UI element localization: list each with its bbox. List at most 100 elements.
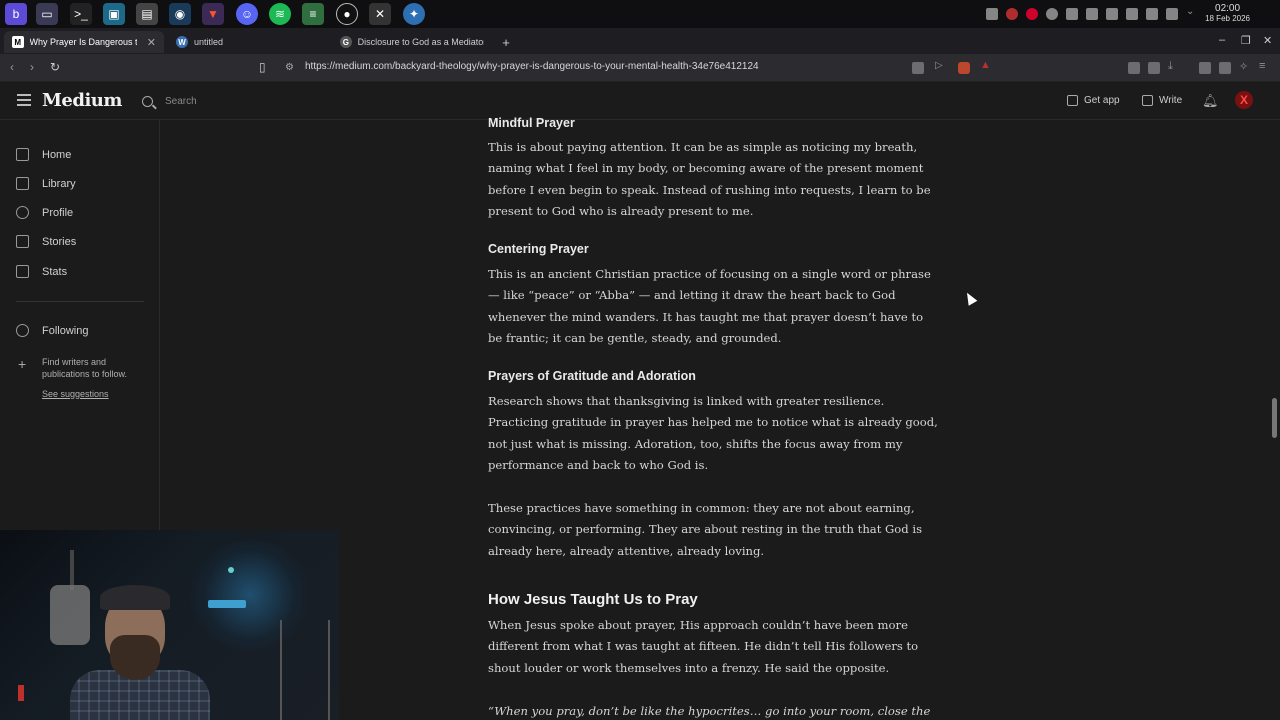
tray-status-icon[interactable] [1026, 8, 1038, 20]
write-button[interactable]: Write [1142, 95, 1182, 106]
brave-shields-icon[interactable] [958, 62, 970, 74]
downloads-icon[interactable]: ⤓ [1168, 60, 1180, 72]
tab-search-icon[interactable] [1148, 62, 1160, 74]
paragraph-mindful: This is about paying attention. It can b… [488, 140, 931, 219]
paragraph-gratitude: Research shows that thanksgiving is link… [488, 394, 938, 473]
tray-volume-icon[interactable] [1086, 8, 1098, 20]
files-app-icon[interactable]: ▭ [36, 3, 58, 25]
stats-icon [16, 265, 29, 278]
tray-clipboard-icon[interactable] [1066, 8, 1078, 20]
os-taskbar: b ▭ >_ ▣ ▤ ◉ ▼ ☺ ≋ ≡ ● ✕ ✦ ⌄ 02:00 18 Fe… [0, 0, 1280, 28]
paragraph-jesus: When Jesus spoke about prayer, His appro… [488, 618, 919, 675]
menu-icon[interactable]: ≡ [1259, 60, 1271, 72]
browser-tab-strip: M Why Prayer Is Dangerous to ✕ W untitle… [0, 28, 1280, 54]
wallet-icon[interactable] [1219, 62, 1231, 74]
edit-icon [1142, 95, 1153, 106]
webcam-overlay [0, 530, 339, 720]
tray-expand-icon[interactable]: ⌄ [1186, 6, 1198, 18]
heading-mindful-prayer: Mindful Prayer [488, 116, 575, 130]
address-bar[interactable]: https://medium.com/backyard-theology/why… [305, 61, 759, 72]
medium-sidebar: Home Library Profile Stories Stats Follo… [0, 120, 160, 530]
clock[interactable]: 02:00 18 Feb 2026 [1205, 4, 1250, 24]
hamburger-menu-icon[interactable] [17, 94, 31, 109]
bookmark-icon[interactable]: ▯ [259, 60, 266, 74]
tab-untitled[interactable]: W untitled [168, 31, 328, 53]
get-app-button[interactable]: Get app [1067, 95, 1120, 106]
search-placeholder: Search [165, 95, 197, 107]
close-window-icon[interactable]: ✕ [1263, 34, 1272, 47]
image-editor-app-icon[interactable]: ▣ [103, 3, 125, 25]
sidebar-item-stories[interactable]: Stories [16, 235, 76, 248]
tray-display-icon[interactable] [1166, 8, 1178, 20]
tab-disclosure[interactable]: G Disclosure to God as a Mediator [332, 31, 492, 53]
discord-app-icon[interactable]: ☺ [236, 3, 258, 25]
tab-why-prayer[interactable]: M Why Prayer Is Dangerous to ✕ [4, 31, 164, 53]
medium-logo[interactable]: Medium [42, 90, 122, 111]
back-icon[interactable]: ‹ [10, 60, 14, 74]
steam-app-icon[interactable]: ◉ [169, 3, 191, 25]
tray-record-icon[interactable] [1006, 8, 1018, 20]
stories-icon [16, 235, 29, 248]
heading-how-jesus-taught: How Jesus Taught Us to Pray [488, 591, 698, 608]
close-tab-icon[interactable]: ✕ [147, 36, 156, 49]
tab-label: untitled [194, 37, 224, 47]
sidebar-item-label: Following [42, 324, 89, 337]
maximize-icon[interactable]: ❐ [1241, 34, 1251, 47]
sidebar-item-label: Stories [42, 235, 77, 248]
sidebar-toggle-icon[interactable] [1199, 62, 1211, 74]
webcam-light-dot [228, 567, 234, 573]
avatar[interactable]: X [1235, 91, 1253, 109]
tray-network-icon[interactable] [1146, 8, 1158, 20]
sidebar-item-following[interactable]: Following [16, 324, 88, 337]
sidebar-item-library[interactable]: Library [16, 177, 76, 190]
search-input[interactable]: Search [142, 91, 292, 111]
medium-favicon-icon: M [12, 36, 24, 48]
see-suggestions-link[interactable]: See suggestions [42, 389, 109, 399]
sidebar-item-stats[interactable]: Stats [16, 265, 67, 278]
paragraph-common: These practices have something in common… [488, 501, 923, 558]
heading-centering-prayer: Centering Prayer [488, 242, 589, 256]
plus-icon: + [18, 356, 27, 372]
tools-app-icon[interactable]: ✕ [369, 3, 391, 25]
webcam-mic-arm [70, 550, 74, 590]
tray-battery-icon[interactable] [1126, 8, 1138, 20]
stack-app-icon[interactable]: ≡ [302, 3, 324, 25]
brave-app-icon[interactable]: ▼ [202, 3, 224, 25]
clock-time: 02:00 [1215, 3, 1241, 14]
webcam-person-beard [110, 635, 160, 680]
tab-label: Why Prayer Is Dangerous to [29, 37, 137, 47]
tray-alert-icon[interactable] [986, 8, 998, 20]
tray-steam-icon[interactable] [1046, 8, 1058, 20]
minimize-icon[interactable]: – [1219, 34, 1225, 46]
following-icon [16, 324, 29, 337]
grid-icon [1067, 95, 1078, 106]
browser-toolbar: ‹ › ↻ ▯ ⚙ https://medium.com/backyard-th… [0, 54, 1280, 82]
notifications-bell-icon[interactable]: 🔔︎ [1202, 93, 1219, 109]
reader-mode-icon[interactable] [912, 62, 924, 74]
profile-icon [16, 206, 29, 219]
site-info-icon[interactable]: ⚙ [285, 62, 294, 73]
reload-icon[interactable]: ↻ [50, 60, 60, 74]
paragraph-quote: “When you pray, don’t be like the hypocr… [488, 704, 931, 718]
sidebar-item-label: Stats [42, 265, 68, 278]
new-tab-button[interactable]: + [496, 31, 516, 53]
proton-app-icon[interactable]: b [5, 3, 27, 25]
vs-app-icon[interactable]: ✦ [403, 3, 425, 25]
calendar-app-icon[interactable]: ▤ [136, 3, 158, 25]
terminal-app-icon[interactable]: >_ [70, 3, 92, 25]
medium-header: Medium Search Get app Write 🔔︎ [0, 82, 1280, 120]
page-scrollbar[interactable] [1272, 398, 1277, 438]
obs-app-icon[interactable]: ● [336, 3, 358, 25]
sidebar-item-label: Home [42, 148, 72, 161]
share-icon[interactable]: ▷ [935, 60, 947, 72]
tray-brightness-icon[interactable] [1106, 8, 1118, 20]
leo-icon[interactable]: ✧ [1239, 60, 1251, 73]
extensions-icon[interactable] [1128, 62, 1140, 74]
sidebar-item-label: Profile [42, 206, 74, 219]
brave-rewards-icon[interactable]: ▲ [980, 59, 992, 71]
sidebar-item-home[interactable]: Home [16, 148, 71, 161]
forward-icon[interactable]: › [30, 60, 34, 74]
spotify-app-icon[interactable]: ≋ [269, 3, 291, 25]
webcam-person-hat [100, 585, 170, 610]
sidebar-item-profile[interactable]: Profile [16, 206, 73, 219]
